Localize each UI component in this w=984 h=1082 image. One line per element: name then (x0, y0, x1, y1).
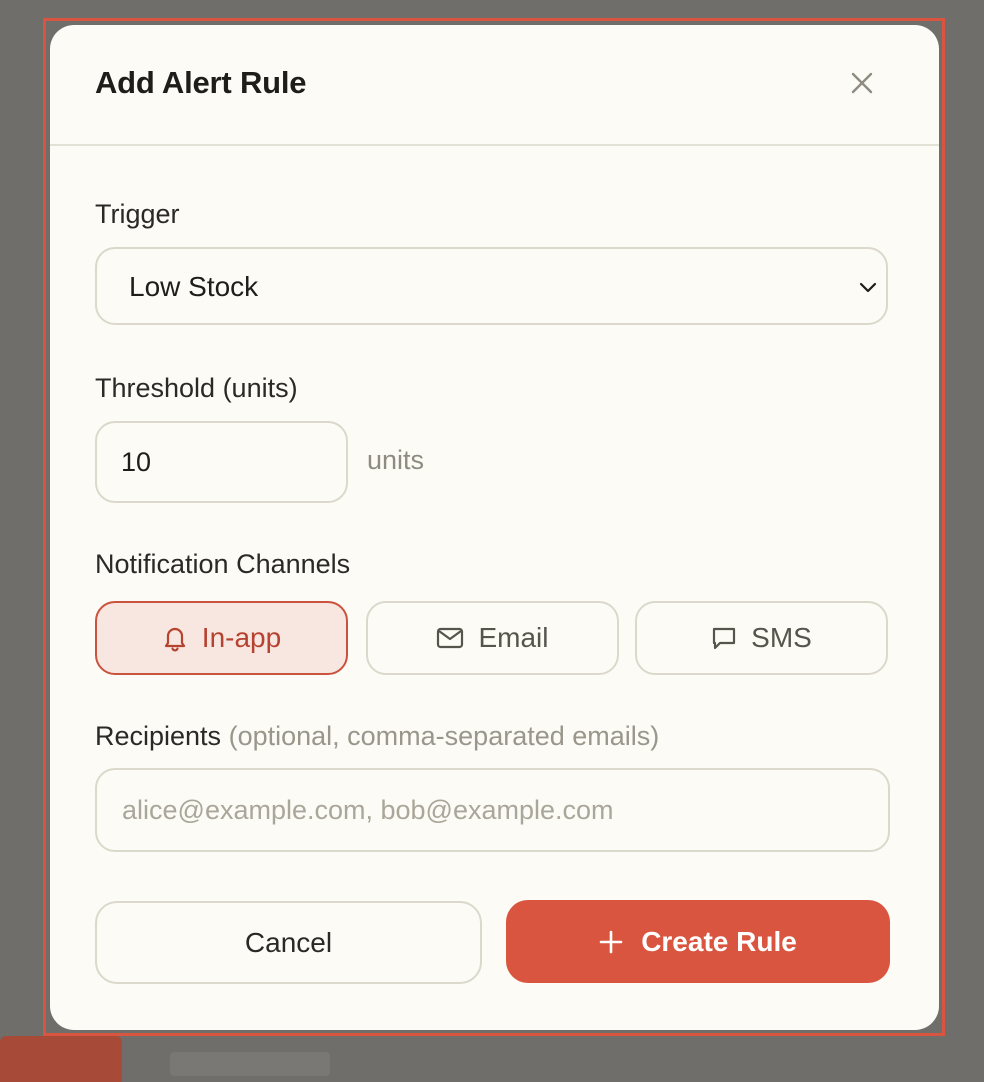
recipients-hint: (optional, comma-separated emails) (228, 721, 660, 751)
background-button (0, 1036, 122, 1082)
channel-email-label: Email (478, 622, 549, 653)
trigger-label: Trigger (95, 199, 180, 229)
dialog-title: Add Alert Rule (95, 65, 307, 100)
threshold-units-suffix: units (367, 445, 425, 475)
channel-in-app-label: In-app (201, 622, 282, 653)
message-icon (713, 627, 736, 650)
channel-in-app-toggle[interactable]: In-app (95, 601, 348, 675)
threshold-label: Threshold (units) (95, 373, 298, 403)
mail-icon (437, 627, 464, 649)
chevron-down-icon (859, 282, 877, 293)
channel-sms-label: SMS (751, 622, 812, 653)
threshold-input[interactable]: 10 (95, 421, 348, 503)
bell-icon (164, 627, 185, 652)
cancel-button[interactable]: Cancel (95, 901, 482, 984)
channel-sms-toggle[interactable]: SMS (635, 601, 888, 675)
recipients-input[interactable]: alice@example.com, bob@example.com (95, 768, 890, 852)
create-rule-button[interactable]: Create Rule (506, 900, 890, 983)
dialog-header: Add Alert Rule (50, 25, 939, 146)
close-button[interactable] (844, 65, 880, 101)
recipients-label: Recipients (optional, comma-separated em… (95, 721, 659, 752)
close-icon (851, 72, 873, 94)
notification-channels-label: Notification Channels (95, 549, 351, 579)
background-text (170, 1052, 330, 1076)
recipients-label-text: Recipients (95, 721, 222, 751)
create-rule-label: Create Rule (641, 925, 797, 957)
add-alert-rule-dialog: Add Alert Rule Trigger Low Stock Thresho… (50, 25, 939, 1030)
channel-email-toggle[interactable]: Email (366, 601, 619, 675)
plus-icon (599, 930, 623, 953)
trigger-select[interactable]: Low Stock (95, 247, 888, 325)
trigger-selected-value: Low Stock (129, 271, 259, 302)
